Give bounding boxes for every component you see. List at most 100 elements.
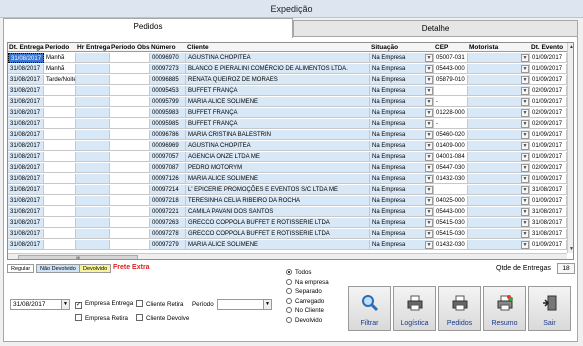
table-cell-hr[interactable] bbox=[76, 75, 110, 85]
table-cell-dt[interactable]: 31/08/2017 bbox=[8, 119, 44, 129]
table-cell-obs[interactable] bbox=[110, 163, 150, 173]
table-cell-periodo[interactable] bbox=[44, 218, 76, 228]
table-row[interactable]: 31/08/2017 00095983 BUFFET FRANÇA Na Empres… bbox=[8, 108, 569, 118]
radio-todos[interactable]: Todos bbox=[286, 268, 344, 278]
chevron-down-icon[interactable]: ▼ bbox=[521, 142, 529, 150]
grid-horizontal-scrollbar[interactable]: III bbox=[8, 253, 567, 259]
table-cell-obs[interactable] bbox=[110, 130, 150, 140]
col-periodo-obs[interactable]: Período Obs bbox=[110, 43, 150, 52]
chevron-down-icon[interactable]: ▼ bbox=[425, 142, 433, 150]
chevron-down-icon[interactable]: ▼ bbox=[425, 230, 433, 238]
col-cep[interactable]: CEP bbox=[434, 43, 468, 52]
chevron-down-icon[interactable]: ▼ bbox=[61, 300, 69, 309]
chevron-down-icon[interactable]: ▼ bbox=[425, 131, 433, 139]
table-cell-obs[interactable] bbox=[110, 207, 150, 217]
table-cell-hr[interactable] bbox=[76, 53, 110, 63]
periodo-select[interactable]: ▼ bbox=[217, 299, 272, 310]
orders-grid[interactable]: Dt. Entrega Período Hr Entrega Período O… bbox=[7, 42, 574, 260]
chevron-down-icon[interactable]: ▼ bbox=[521, 186, 529, 194]
table-cell-evento[interactable]: 02/09/2017 bbox=[530, 86, 567, 96]
col-situacao[interactable]: Situação bbox=[370, 43, 434, 52]
chevron-down-icon[interactable]: ▼ bbox=[521, 230, 529, 238]
table-cell-obs[interactable] bbox=[110, 86, 150, 96]
radio-devolvido[interactable]: Devolvido bbox=[286, 316, 344, 326]
table-cell-periodo[interactable] bbox=[44, 229, 76, 239]
checkbox-icon[interactable] bbox=[136, 314, 143, 321]
table-cell-dt[interactable]: 31/08/2017 bbox=[8, 97, 44, 107]
chevron-down-icon[interactable]: ▼ bbox=[425, 175, 433, 183]
table-row[interactable]: 31/08/2017 00096969 AGUSTINA CHOPITEA Na Em… bbox=[8, 141, 569, 151]
table-cell-cliente[interactable]: L' EPICERIE PROMOÇÕES E EVENTOS S/C LTDA… bbox=[186, 185, 370, 195]
radio-separado[interactable]: Separado bbox=[286, 287, 344, 297]
table-cell-hr[interactable] bbox=[76, 141, 110, 151]
chevron-down-icon[interactable]: ▼ bbox=[263, 300, 271, 309]
table-cell-evento[interactable]: 01/09/2017 bbox=[530, 174, 567, 184]
table-cell-obs[interactable] bbox=[110, 229, 150, 239]
table-cell-hr[interactable] bbox=[76, 97, 110, 107]
table-cell-hr[interactable] bbox=[76, 207, 110, 217]
table-cell-numero[interactable]: 00095983 bbox=[150, 108, 186, 118]
table-cell-periodo[interactable] bbox=[44, 97, 76, 107]
table-cell-evento[interactable]: 02/09/2017 bbox=[530, 108, 567, 118]
chevron-down-icon[interactable]: ▼ bbox=[521, 109, 529, 117]
table-cell-numero[interactable]: 00097273 bbox=[150, 64, 186, 74]
table-cell-hr[interactable] bbox=[76, 64, 110, 74]
table-cell-cep[interactable] bbox=[434, 185, 468, 195]
chevron-down-icon[interactable]: ▼ bbox=[521, 131, 529, 139]
table-cell-numero[interactable]: 00097279 bbox=[150, 240, 186, 250]
col-dt-entrega[interactable]: Dt. Entrega bbox=[8, 43, 44, 52]
table-cell-numero[interactable]: 00096885 bbox=[150, 75, 186, 85]
table-cell-hr[interactable] bbox=[76, 130, 110, 140]
table-row[interactable]: 31/08/2017 00097221 CAMILA PAVANI DOS SANT… bbox=[8, 207, 569, 217]
table-cell-numero[interactable]: 00095799 bbox=[150, 97, 186, 107]
table-cell-cep[interactable]: 05415-030 bbox=[434, 229, 468, 239]
check-cliente-retira[interactable]: Cliente Retira bbox=[136, 300, 184, 308]
chevron-down-icon[interactable]: ▼ bbox=[521, 208, 529, 216]
scroll-down-icon[interactable]: ▼ bbox=[568, 245, 573, 253]
table-cell-cliente[interactable]: MARIA ALICE SOLIMENE bbox=[186, 240, 370, 250]
table-cell-cliente[interactable]: AGENCIA ONZE LTDA ME bbox=[186, 152, 370, 162]
table-cell-periodo[interactable] bbox=[44, 152, 76, 162]
table-cell-hr[interactable] bbox=[76, 229, 110, 239]
table-cell-obs[interactable] bbox=[110, 218, 150, 228]
table-cell-cep[interactable]: - bbox=[434, 97, 468, 107]
table-cell-periodo[interactable] bbox=[44, 86, 76, 96]
table-cell-cliente[interactable]: PEDRO MOTORYM bbox=[186, 163, 370, 173]
table-cell-obs[interactable] bbox=[110, 141, 150, 151]
table-cell-evento[interactable]: 01/09/2017 bbox=[530, 75, 567, 85]
table-cell-periodo[interactable] bbox=[44, 207, 76, 217]
chevron-down-icon[interactable]: ▼ bbox=[521, 164, 529, 172]
table-cell-dt[interactable]: 31/08/2017 bbox=[8, 86, 44, 96]
col-numero[interactable]: Número bbox=[150, 43, 186, 52]
table-cell-evento[interactable]: 01/09/2017 bbox=[530, 141, 567, 151]
col-hr-entrega[interactable]: Hr Entrega bbox=[76, 43, 110, 52]
table-cell-numero[interactable]: 00097126 bbox=[150, 174, 186, 184]
table-cell-obs[interactable] bbox=[110, 174, 150, 184]
table-row[interactable]: 31/08/2017 00097278 GRECCO COPPOLA BUFFET … bbox=[8, 229, 569, 239]
table-cell-dt[interactable]: 31/08/2017 bbox=[8, 196, 44, 206]
table-cell-numero[interactable]: 00097263 bbox=[150, 218, 186, 228]
table-row[interactable]: 31/08/2017 00095799 MARIA ALICE SOLIMENE Na… bbox=[8, 97, 569, 107]
table-cell-periodo[interactable] bbox=[44, 174, 76, 184]
table-row[interactable]: 31/08/2017 Tarde/Noite 00096885 RENATA QUEI… bbox=[8, 75, 569, 85]
table-cell-cep[interactable]: 05443-000 bbox=[434, 64, 468, 74]
chevron-down-icon[interactable]: ▼ bbox=[521, 87, 529, 95]
table-cell-hr[interactable] bbox=[76, 185, 110, 195]
table-cell-hr[interactable] bbox=[76, 119, 110, 129]
chevron-down-icon[interactable]: ▼ bbox=[521, 65, 529, 73]
table-row[interactable]: 31/08/2017 00095453 BUFFET FRANÇA Na Empres… bbox=[8, 86, 569, 96]
pedidos-button[interactable]: Pedidos bbox=[438, 286, 481, 331]
chevron-down-icon[interactable]: ▼ bbox=[425, 87, 433, 95]
tab-pedidos[interactable]: Pedidos bbox=[3, 18, 293, 38]
table-cell-cep[interactable]: 04025-000 bbox=[434, 196, 468, 206]
grid-vertical-scrollbar[interactable]: ▲ ▼ bbox=[567, 43, 573, 253]
chevron-down-icon[interactable]: ▼ bbox=[425, 197, 433, 205]
tab-detalhe[interactable]: Detalhe bbox=[293, 20, 578, 36]
table-cell-numero[interactable]: 00096970 bbox=[150, 53, 186, 63]
chevron-down-icon[interactable]: ▼ bbox=[425, 54, 433, 62]
table-row[interactable]: 31/08/2017 00096786 MARIA CRISTINA BALESTR… bbox=[8, 130, 569, 140]
radio-carregado[interactable]: Carregado bbox=[286, 297, 344, 307]
table-cell-evento[interactable]: 01/09/2017 bbox=[530, 130, 567, 140]
table-cell-obs[interactable] bbox=[110, 108, 150, 118]
table-cell-evento[interactable]: 01/09/2017 bbox=[530, 64, 567, 74]
